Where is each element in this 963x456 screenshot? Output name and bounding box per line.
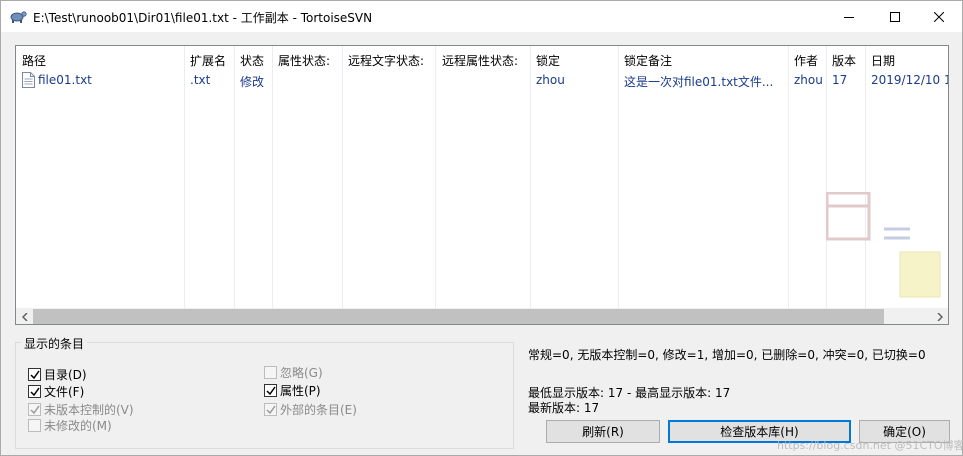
horizontal-scrollbar[interactable]: [16, 308, 948, 324]
checkbox-ignored[interactable]: 忽略(G): [264, 364, 323, 381]
maximize-button[interactable]: [872, 1, 918, 32]
row-lock: zhou: [536, 73, 565, 87]
window-title: E:\Test\runoob01\Dir01\file01.txt - 工作副本…: [33, 11, 373, 25]
scroll-left-arrow-icon[interactable]: [16, 308, 33, 324]
refresh-button[interactable]: 刷新(R): [546, 420, 660, 443]
watermark-text: https://blog.csdn.net @51CTO博客: [777, 439, 963, 452]
column-header-path[interactable]: 路径: [22, 52, 46, 69]
column-header-remote-prop-status[interactable]: 远程属性状态:: [442, 52, 518, 69]
scroll-right-arrow-icon[interactable]: [931, 308, 948, 324]
column-divider: [435, 46, 436, 308]
checkmark-icon: [266, 405, 276, 415]
checkbox-properties[interactable]: 属性(P): [264, 382, 321, 399]
checkbox-label: 文件(F): [44, 385, 85, 399]
checkbox-label: 外部的条目(E): [280, 403, 357, 417]
row-author: zhou: [794, 73, 823, 87]
close-icon: [934, 11, 944, 22]
row-status: 修改: [240, 75, 265, 89]
checkbox-box: [28, 368, 41, 381]
checkbox-files[interactable]: 文件(F): [28, 383, 84, 400]
title-bar: E:\Test\runoob01\Dir01\file01.txt - 工作副本…: [1, 1, 962, 32]
column-divider: [530, 46, 531, 308]
scrollbar-thumb[interactable]: [33, 309, 884, 324]
column-divider: [272, 46, 273, 308]
checkbox-unmodified[interactable]: 未修改的(M): [28, 417, 112, 434]
text-file-icon: [22, 72, 35, 88]
column-divider: [788, 46, 789, 308]
status-counts: 常规=0, 无版本控制=0, 修改=1, 增加=0, 已删除=0, 冲突=0, …: [528, 348, 926, 362]
checkbox-label: 未修改的(M): [44, 419, 112, 433]
group-legend: 显示的条目: [21, 335, 88, 352]
row-extension: .txt: [190, 73, 211, 87]
checkbox-label: 属性(P): [280, 384, 321, 398]
checkbox-unversioned[interactable]: 未版本控制的(V): [28, 401, 134, 418]
checkbox-box: [28, 385, 41, 398]
checkbox-box: [28, 419, 41, 432]
checkmark-icon: [266, 386, 276, 396]
tortoise-icon: [9, 8, 27, 24]
tortoisesvn-window: E:\Test\runoob01\Dir01\file01.txt - 工作副本…: [0, 0, 963, 456]
close-button[interactable]: [916, 1, 962, 32]
checkbox-box: [28, 403, 41, 416]
column-header-revision[interactable]: 版本: [832, 52, 856, 69]
checkmark-icon: [30, 405, 40, 415]
latest-revision: 最新版本: 17: [528, 401, 600, 415]
column-header-author[interactable]: 作者: [794, 52, 818, 69]
row-lock-comment: 这是一次对file01.txt文件...: [624, 75, 774, 89]
checkbox-directories[interactable]: 目录(D): [28, 366, 87, 383]
row-date: 2019/12/10 1: [871, 73, 949, 87]
column-header-prop-status[interactable]: 属性状态:: [278, 52, 330, 69]
background-graphic-icon: [825, 191, 946, 305]
checkbox-box: [264, 366, 277, 379]
checkbox-box: [264, 403, 277, 416]
column-divider: [342, 46, 343, 308]
column-header-lock-comment[interactable]: 锁定备注: [624, 52, 672, 69]
checkbox-box: [264, 384, 277, 397]
column-header-extension[interactable]: 扩展名: [190, 52, 226, 69]
checkbox-label: 目录(D): [44, 368, 87, 382]
minimize-button[interactable]: [826, 1, 872, 32]
column-header-date[interactable]: 日期: [871, 52, 895, 69]
checkmark-icon: [30, 387, 40, 397]
column-header-status[interactable]: 状态: [240, 52, 264, 69]
maximize-icon: [890, 11, 900, 22]
checkbox-label: 未版本控制的(V): [44, 403, 134, 417]
column-header-lock[interactable]: 锁定: [536, 52, 560, 69]
row-path[interactable]: file01.txt: [38, 73, 92, 87]
checkbox-externals[interactable]: 外部的条目(E): [264, 401, 357, 418]
file-status-list[interactable]: 路径 扩展名 状态 属性状态: 远程文字状态: 远程属性状态: 锁定 锁定备注 …: [15, 45, 949, 325]
column-divider: [618, 46, 619, 308]
checkmark-icon: [30, 370, 40, 380]
column-divider: [234, 46, 235, 308]
row-revision: 17: [832, 73, 848, 87]
column-divider: [184, 46, 185, 308]
column-header-remote-text-status[interactable]: 远程文字状态:: [348, 52, 424, 69]
minimize-icon: [844, 16, 854, 18]
checkbox-label: 忽略(G): [280, 366, 323, 380]
